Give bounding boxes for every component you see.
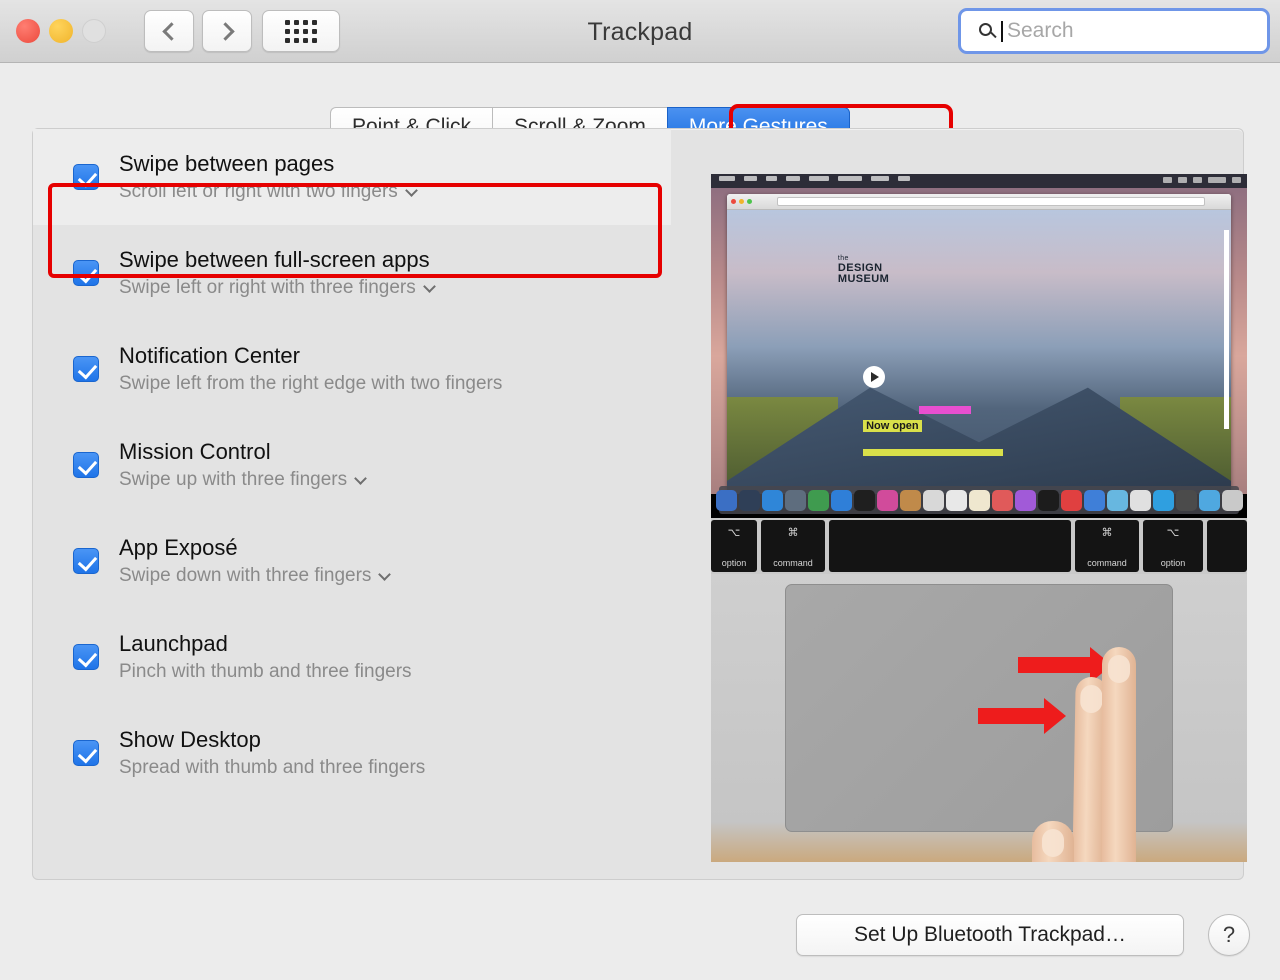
key-spacebar [829, 520, 1071, 572]
gesture-subtitle: Spread with thumb and three fingers [119, 757, 426, 778]
dock-icon-20 [1175, 489, 1197, 511]
dock-icon-5 [830, 489, 852, 511]
play-icon[interactable] [863, 366, 886, 389]
gesture-row-notification-center[interactable]: Notification Center Swipe left from the … [33, 321, 671, 417]
preview-banner-pill [918, 405, 971, 414]
key-option-left: ⌥ option [711, 520, 757, 572]
chevron-down-icon[interactable] [404, 183, 418, 197]
checkbox-launchpad[interactable] [73, 644, 99, 670]
checkbox-swipe-between-full-screen-apps[interactable] [73, 260, 99, 286]
gesture-title: Show Desktop [119, 727, 261, 752]
gesture-row-show-desktop[interactable]: Show Desktop Spread with thumb and three… [33, 705, 671, 801]
search-icon [979, 22, 997, 40]
gesture-row-swipe-between-full-screen-apps[interactable]: Swipe between full-screen apps Swipe lef… [33, 225, 671, 321]
checkbox-show-desktop[interactable] [73, 740, 99, 766]
dock-icon-9 [922, 489, 944, 511]
set-up-bluetooth-trackpad-button[interactable]: Set Up Bluetooth Trackpad… [796, 914, 1184, 956]
search-placeholder: Search [1007, 19, 1074, 42]
preview-banner-text: Now open [863, 420, 922, 433]
checkbox-mission-control[interactable] [73, 452, 99, 478]
gesture-subtitle: Swipe down with three fingers [119, 565, 372, 586]
chevron-down-icon[interactable] [422, 279, 436, 293]
gesture-title: Swipe between pages [119, 151, 335, 176]
gesture-row-app-expose[interactable]: App Exposé Swipe down with three fingers [33, 513, 671, 609]
gesture-row-launchpad[interactable]: Launchpad Pinch with thumb and three fin… [33, 609, 671, 705]
dock-icon-22 [1221, 489, 1243, 511]
dock-icon-11 [968, 489, 990, 511]
key-arrow [1207, 520, 1247, 572]
gesture-subtitle: Swipe left from the right edge with two … [119, 373, 503, 394]
gesture-row-swipe-between-pages[interactable]: Swipe between pages Scroll left or right… [33, 129, 671, 225]
gesture-title: Mission Control [119, 439, 271, 464]
window-titlebar: Trackpad Search [0, 0, 1280, 63]
checkbox-app-expose[interactable] [73, 548, 99, 574]
chevron-down-icon[interactable] [378, 567, 392, 581]
preview-address-bar [777, 197, 1205, 206]
checkbox-swipe-between-pages[interactable] [73, 164, 99, 190]
search-input[interactable]: Search [971, 14, 1257, 48]
dock-icon-14 [1037, 489, 1059, 511]
preview-scrollbar [1224, 230, 1229, 429]
gesture-title: Notification Center [119, 343, 300, 368]
gesture-subtitle: Swipe up with three fingers [119, 469, 348, 490]
gesture-subtitle: Scroll left or right with two fingers [119, 181, 398, 202]
dock-icon-2 [761, 489, 783, 511]
key-command-right: ⌘ command [1075, 520, 1139, 572]
checkbox-notification-center[interactable] [73, 356, 99, 382]
gesture-row-mission-control[interactable]: Mission Control Swipe up with three fing… [33, 417, 671, 513]
dock-icon-18 [1129, 489, 1151, 511]
dock-icon-6 [853, 489, 875, 511]
preview-desktop: the DESIGN MUSEUM Now open [711, 188, 1247, 494]
preferences-panel: Swipe between pages Scroll left or right… [32, 128, 1247, 880]
dock-icon-19 [1152, 489, 1174, 511]
key-command-left: ⌘ command [761, 520, 825, 572]
dock-icon-10 [945, 489, 967, 511]
dock-icon-16 [1083, 489, 1105, 511]
gesture-subtitle: Swipe left or right with three fingers [119, 277, 416, 298]
dock-icon-15 [1060, 489, 1082, 511]
gesture-preview-video[interactable]: the DESIGN MUSEUM Now open ⌥ option ⌘ co… [711, 174, 1247, 862]
dock-icon-8 [899, 489, 921, 511]
gesture-title: Launchpad [119, 631, 228, 656]
preview-banner-strip [863, 448, 1004, 456]
gesture-title: App Exposé [119, 535, 238, 560]
dock-icon-7 [876, 489, 898, 511]
help-button[interactable]: ? [1208, 914, 1250, 956]
dock-icon-4 [807, 489, 829, 511]
preview-safari-window: the DESIGN MUSEUM Now open [727, 194, 1231, 494]
dock-icon-17 [1106, 489, 1128, 511]
text-caret [1001, 20, 1003, 42]
preview-safari-toolbar [727, 194, 1231, 210]
dock-icon-13 [1014, 489, 1036, 511]
chevron-down-icon[interactable] [354, 471, 367, 485]
gesture-list: Swipe between pages Scroll left or right… [33, 129, 671, 879]
dock-icon-0 [715, 489, 737, 511]
preview-dock [715, 486, 1243, 514]
finger-index [1102, 647, 1136, 862]
gesture-subtitle: Pinch with thumb and three fingers [119, 661, 412, 682]
dock-icon-21 [1198, 489, 1220, 511]
arrow-right-icon-upper [1018, 647, 1112, 683]
dock-icon-3 [784, 489, 806, 511]
key-option-right: ⌥ option [1143, 520, 1203, 572]
arrow-right-icon-lower [978, 698, 1066, 734]
trackpad-surface [785, 584, 1173, 862]
preview-site-logo: the DESIGN MUSEUM [837, 255, 890, 286]
dock-icon-1 [738, 489, 760, 511]
preview-webpage: the DESIGN MUSEUM Now open [727, 210, 1231, 494]
gesture-title: Swipe between full-screen apps [119, 247, 430, 272]
dock-icon-12 [991, 489, 1013, 511]
finger-thumb [1032, 821, 1074, 862]
search-field[interactable]: Search [958, 8, 1270, 54]
preview-keyboard-row: ⌥ option ⌘ command ⌘ command ⌥ option [711, 518, 1247, 574]
preview-menubar [711, 174, 1247, 188]
preview-trackpad-area [711, 574, 1247, 862]
